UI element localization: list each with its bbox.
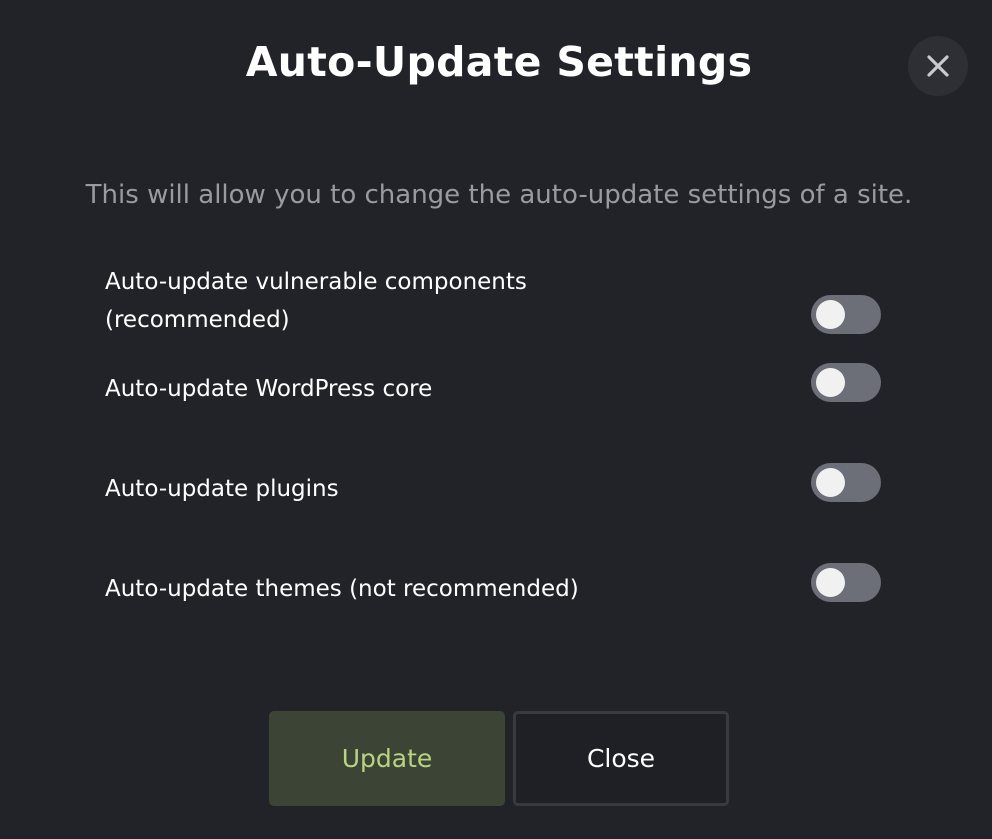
- toggle-knob: [816, 368, 845, 397]
- toggle-knob: [816, 568, 845, 597]
- option-label-plugins: Auto-update plugins: [105, 476, 339, 502]
- option-label-wordpress-core: Auto-update WordPress core: [105, 376, 433, 402]
- toggle-knob: [816, 468, 845, 497]
- close-icon: [927, 55, 949, 77]
- dialog-description: This will allow you to change the auto-u…: [85, 180, 913, 210]
- toggle-knob: [816, 300, 845, 329]
- close-button[interactable]: Close: [513, 711, 729, 806]
- dialog-title: Auto-Update Settings: [245, 38, 753, 86]
- toggle-themes[interactable]: [811, 563, 881, 602]
- toggle-wordpress-core[interactable]: [811, 363, 881, 402]
- option-label-vulnerable-components: Auto-update vulnerable components (recom…: [105, 269, 527, 333]
- close-dialog-button[interactable]: [908, 36, 968, 96]
- option-label-themes: Auto-update themes (not recommended): [105, 576, 579, 602]
- update-button[interactable]: Update: [269, 711, 505, 806]
- toggle-vulnerable-components[interactable]: [811, 295, 881, 334]
- toggle-plugins[interactable]: [811, 463, 881, 502]
